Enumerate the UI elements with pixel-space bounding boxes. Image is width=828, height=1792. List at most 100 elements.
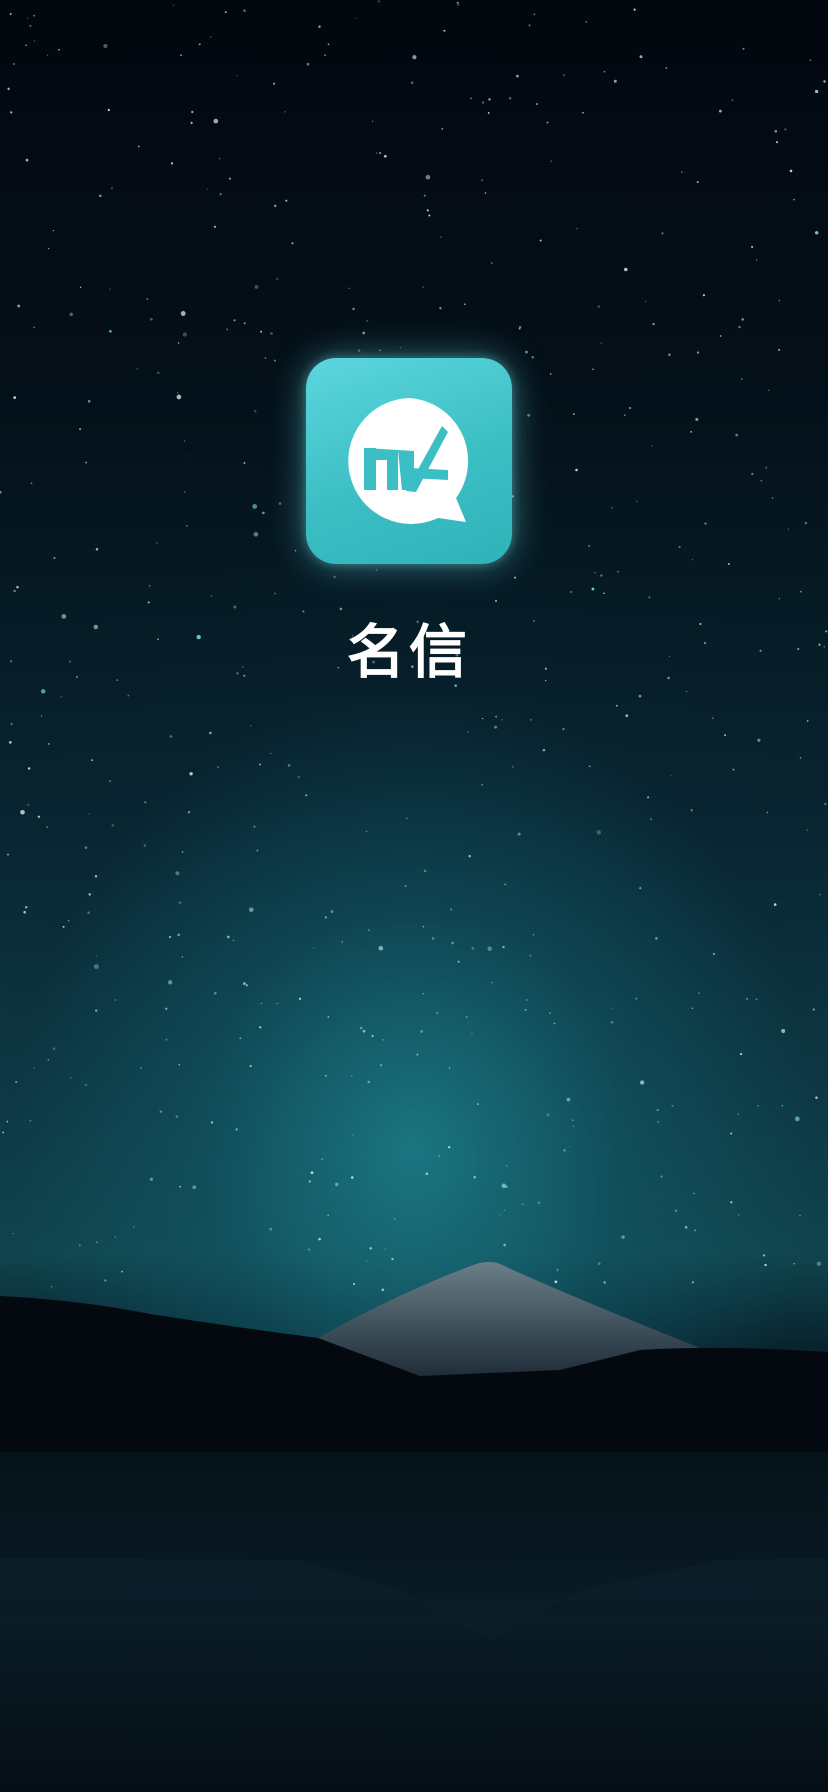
star <box>793 198 795 201</box>
star <box>420 1030 423 1033</box>
star <box>127 694 130 697</box>
star <box>651 445 653 447</box>
star <box>457 960 460 963</box>
star <box>525 350 528 354</box>
star <box>465 1016 468 1018</box>
star <box>806 720 809 722</box>
star <box>68 660 72 663</box>
star <box>46 54 49 56</box>
star <box>481 783 483 786</box>
star <box>69 312 73 317</box>
star <box>378 151 382 155</box>
star <box>114 999 117 1001</box>
star <box>597 305 601 308</box>
star <box>253 531 259 537</box>
star <box>243 462 246 464</box>
star <box>490 262 493 264</box>
star <box>350 1176 354 1179</box>
star <box>730 1201 733 1204</box>
star <box>797 647 800 651</box>
star <box>678 546 681 549</box>
star <box>506 1165 508 1167</box>
star <box>172 4 175 6</box>
star <box>746 997 749 1000</box>
star <box>765 466 768 469</box>
star <box>740 378 743 380</box>
star <box>183 440 186 442</box>
star <box>778 299 781 302</box>
star <box>29 1119 32 1122</box>
star <box>321 1158 324 1161</box>
star <box>450 908 453 911</box>
star <box>550 160 553 162</box>
star <box>536 103 538 105</box>
star <box>165 1038 168 1041</box>
star <box>517 832 521 836</box>
star <box>226 935 230 939</box>
star <box>253 825 256 828</box>
star <box>787 528 790 530</box>
star <box>88 893 91 896</box>
star <box>33 14 36 17</box>
star <box>466 731 469 734</box>
star <box>150 317 153 321</box>
star <box>40 715 43 717</box>
star <box>760 479 763 482</box>
star <box>177 933 180 937</box>
star <box>731 99 734 102</box>
star <box>330 910 334 913</box>
star <box>533 13 536 16</box>
star <box>794 1116 800 1122</box>
star <box>284 111 286 113</box>
star <box>588 765 591 768</box>
star <box>2 1131 5 1134</box>
star <box>494 725 497 729</box>
star <box>624 267 628 272</box>
star <box>79 428 82 431</box>
star <box>422 993 425 995</box>
star <box>600 342 603 345</box>
star <box>33 1067 36 1069</box>
star <box>730 1132 733 1135</box>
star <box>451 941 454 945</box>
star <box>690 431 693 433</box>
star <box>183 491 186 493</box>
star <box>691 1007 694 1009</box>
star <box>253 410 257 413</box>
star <box>264 357 267 359</box>
star <box>755 259 758 261</box>
star <box>339 607 343 611</box>
star <box>7 87 10 91</box>
star <box>243 9 246 12</box>
star <box>147 601 150 604</box>
star <box>27 767 31 770</box>
star <box>655 937 658 940</box>
star <box>137 145 140 148</box>
star <box>818 643 821 646</box>
star <box>132 1226 135 1228</box>
star <box>352 307 355 311</box>
star <box>16 585 19 589</box>
star <box>41 689 46 694</box>
star <box>143 844 147 847</box>
star <box>480 178 484 182</box>
star <box>8 741 12 744</box>
star <box>256 849 259 852</box>
star <box>233 319 236 322</box>
star <box>245 984 248 987</box>
star <box>27 803 30 807</box>
star <box>571 1119 574 1122</box>
star <box>806 829 809 832</box>
star <box>428 214 431 217</box>
star <box>377 0 380 3</box>
star <box>107 108 110 112</box>
star <box>775 140 779 144</box>
star <box>359 1026 363 1030</box>
star <box>436 1011 439 1015</box>
star <box>546 121 549 124</box>
star <box>516 74 519 78</box>
star <box>191 110 194 114</box>
star <box>487 111 490 114</box>
star <box>276 1002 279 1005</box>
star <box>180 54 182 56</box>
